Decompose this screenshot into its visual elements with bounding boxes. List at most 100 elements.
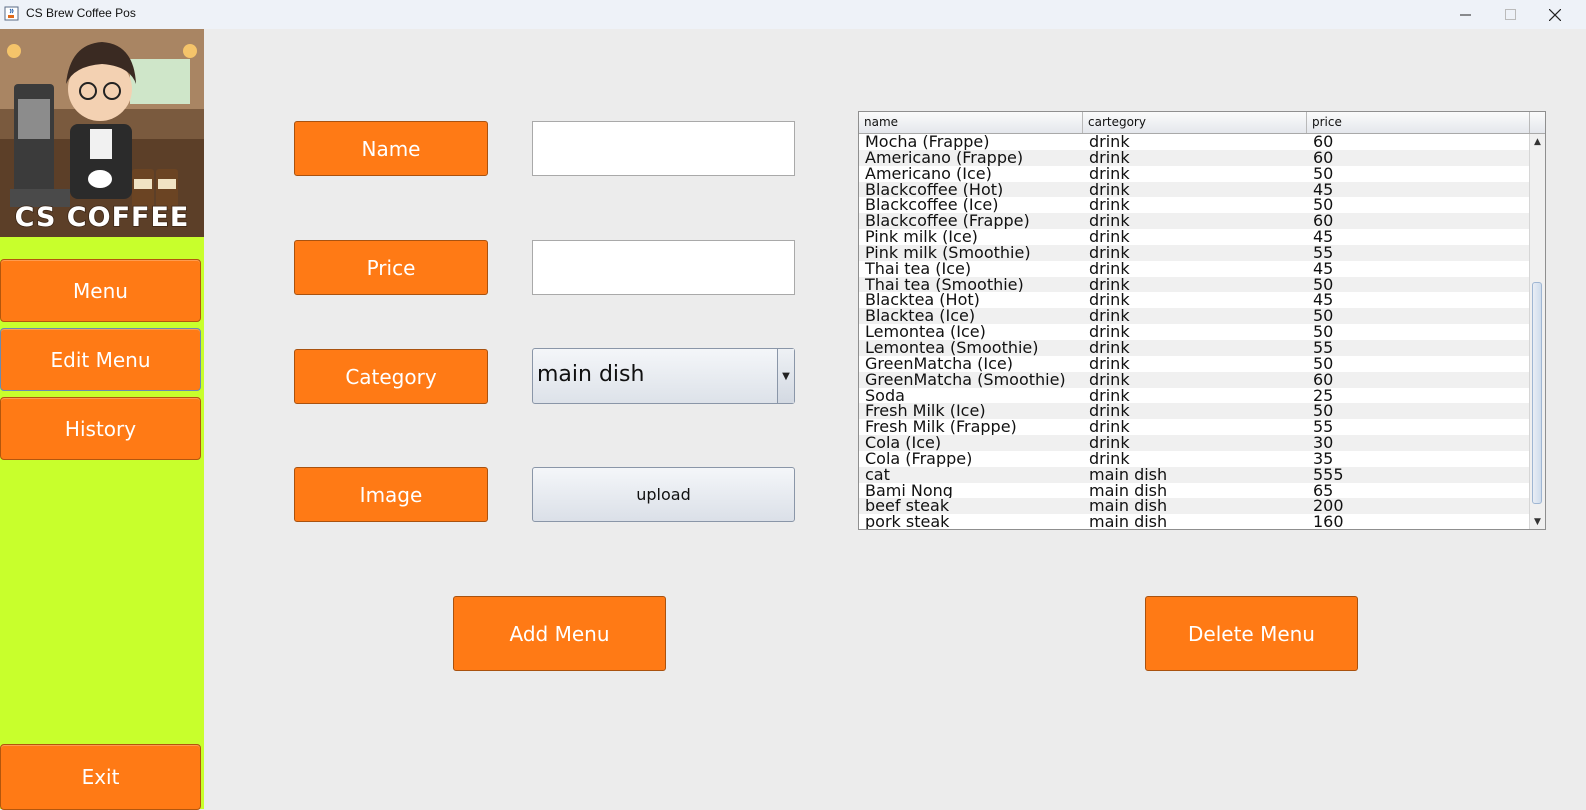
sidebar-item-menu[interactable]: Menu: [0, 259, 201, 322]
column-header-category[interactable]: cartegory: [1083, 112, 1307, 133]
name-input[interactable]: [532, 121, 795, 176]
table-row[interactable]: Americano (Frappe) drink 60: [859, 149, 1530, 166]
table-body: Mocha (Frappe) drink 60 Americano (Frappe) d…: [859, 134, 1530, 530]
menu-table[interactable]: name cartegory price Mocha (Frappe) drink…: [858, 111, 1546, 530]
cell-name: GreenMatcha (Smoothie): [865, 371, 1066, 388]
table-header: name cartegory price: [859, 112, 1545, 134]
table-row[interactable]: Blackcoffee (Frappe) drink 60: [859, 213, 1530, 230]
maximize-button[interactable]: [1487, 0, 1533, 29]
cell-price: 555: [1313, 466, 1344, 483]
cell-name: Blackcoffee (Ice): [865, 197, 999, 214]
cell-price: 200: [1313, 498, 1344, 515]
cell-price: 50: [1313, 355, 1334, 372]
category-dropdown[interactable]: main dish ▼: [532, 348, 795, 404]
cell-category: drink: [1089, 165, 1130, 182]
cell-price: 50: [1313, 403, 1334, 420]
cell-name: Thai tea (Ice): [865, 260, 972, 277]
column-header-name[interactable]: name: [859, 112, 1083, 133]
cell-name: Blackcoffee (Hot): [865, 181, 1004, 198]
cell-price: 30: [1313, 435, 1334, 451]
table-row[interactable]: Thai tea (Smoothie) drink 50: [859, 276, 1530, 293]
category-selected-value: main dish: [537, 362, 645, 387]
table-row[interactable]: beef steak main dish 200: [859, 498, 1530, 515]
cell-name: GreenMatcha (Ice): [865, 355, 1014, 372]
cell-price: 65: [1313, 482, 1334, 499]
dropdown-arrow-icon[interactable]: ▼: [777, 349, 794, 403]
table-row[interactable]: Cola (Ice) drink 30: [859, 435, 1530, 451]
table-row[interactable]: Bami Nong main dish 65: [859, 483, 1530, 499]
scroll-down-icon[interactable]: ▼: [1530, 514, 1545, 529]
cell-category: main dish: [1089, 466, 1168, 483]
cell-name: Cola (Frappe): [865, 450, 973, 467]
price-label-button[interactable]: Price: [294, 240, 488, 295]
table-row[interactable]: Americano (Ice) drink 50: [859, 166, 1530, 182]
scroll-up-icon[interactable]: ▲: [1530, 134, 1545, 150]
cell-price: 60: [1313, 134, 1334, 150]
upload-button[interactable]: upload: [532, 467, 795, 522]
cell-category: drink: [1089, 371, 1130, 388]
cell-name: Lemontea (Ice): [865, 324, 986, 340]
cell-name: beef steak: [865, 498, 950, 515]
scrollbar-thumb[interactable]: [1532, 282, 1542, 504]
cell-category: drink: [1089, 276, 1130, 293]
table-row[interactable]: Cola (Frappe) drink 35: [859, 451, 1530, 467]
cell-price: 55: [1313, 244, 1334, 261]
table-row[interactable]: Blackcoffee (Ice) drink 50: [859, 197, 1530, 213]
cell-price: 55: [1313, 419, 1334, 436]
exit-button[interactable]: Exit: [0, 744, 201, 810]
cell-price: 50: [1313, 197, 1334, 214]
cell-price: 45: [1313, 260, 1334, 277]
category-label-button[interactable]: Category: [294, 349, 488, 404]
cell-name: Cola (Ice): [865, 435, 942, 451]
cell-price: 160: [1313, 514, 1344, 530]
table-row[interactable]: Thai tea (Ice) drink 45: [859, 261, 1530, 277]
table-row[interactable]: Blacktea (Hot) drink 45: [859, 292, 1530, 308]
sidebar-item-history[interactable]: History: [0, 397, 201, 460]
table-row[interactable]: Fresh Milk (Frappe) drink 55: [859, 419, 1530, 435]
table-row[interactable]: cat main dish 555: [859, 466, 1530, 483]
column-header-price[interactable]: price: [1307, 112, 1530, 133]
sidebar-item-edit-menu[interactable]: Edit Menu: [0, 328, 201, 391]
cell-category: drink: [1089, 181, 1130, 198]
cell-category: drink: [1089, 149, 1130, 166]
table-row[interactable]: Lemontea (Ice) drink 50: [859, 324, 1530, 340]
table-row[interactable]: Pink milk (Smoothie) drink 55: [859, 244, 1530, 261]
vertical-scrollbar[interactable]: ▲ ▼: [1529, 134, 1545, 529]
cell-name: Bami Nong: [865, 482, 953, 499]
cell-name: Americano (Ice): [865, 165, 992, 182]
cell-name: Thai tea (Smoothie): [865, 276, 1024, 293]
name-label-button[interactable]: Name: [294, 121, 488, 176]
minimize-button[interactable]: [1442, 0, 1488, 29]
cell-category: drink: [1089, 134, 1130, 150]
table-row[interactable]: Pink milk (Ice) drink 45: [859, 229, 1530, 245]
cell-name: Blacktea (Hot): [865, 292, 980, 309]
cell-category: drink: [1089, 308, 1130, 325]
table-row[interactable]: Blacktea (Ice) drink 50: [859, 308, 1530, 325]
table-row[interactable]: GreenMatcha (Ice) drink 50: [859, 356, 1530, 372]
table-row[interactable]: pork steak main dish 160: [859, 514, 1530, 530]
table-row[interactable]: Mocha (Frappe) drink 60: [859, 134, 1530, 150]
table-row[interactable]: Lemontea (Smoothie) drink 55: [859, 339, 1530, 356]
cell-category: drink: [1089, 450, 1130, 467]
cell-category: drink: [1089, 213, 1130, 230]
maximize-icon: [1504, 9, 1516, 20]
table-row[interactable]: Fresh Milk (Ice) drink 50: [859, 403, 1530, 420]
table-row[interactable]: Blackcoffee (Hot) drink 45: [859, 181, 1530, 198]
table-row[interactable]: Soda drink 25: [859, 388, 1530, 404]
cell-name: Fresh Milk (Frappe): [865, 419, 1017, 436]
cell-price: 60: [1313, 149, 1334, 166]
cell-category: drink: [1089, 244, 1130, 261]
table-row[interactable]: GreenMatcha (Smoothie) drink 60: [859, 371, 1530, 388]
cell-name: cat: [865, 466, 890, 483]
cell-category: drink: [1089, 419, 1130, 436]
delete-menu-button[interactable]: Delete Menu: [1145, 596, 1358, 671]
close-button[interactable]: [1532, 0, 1578, 29]
price-input[interactable]: [532, 240, 795, 295]
cell-price: 50: [1313, 276, 1334, 293]
close-icon: [1549, 8, 1561, 21]
image-label-button[interactable]: Image: [294, 467, 488, 522]
header-corner: [1530, 112, 1545, 133]
cell-price: 45: [1313, 181, 1334, 198]
cell-category: drink: [1089, 229, 1130, 245]
add-menu-button[interactable]: Add Menu: [453, 596, 666, 671]
